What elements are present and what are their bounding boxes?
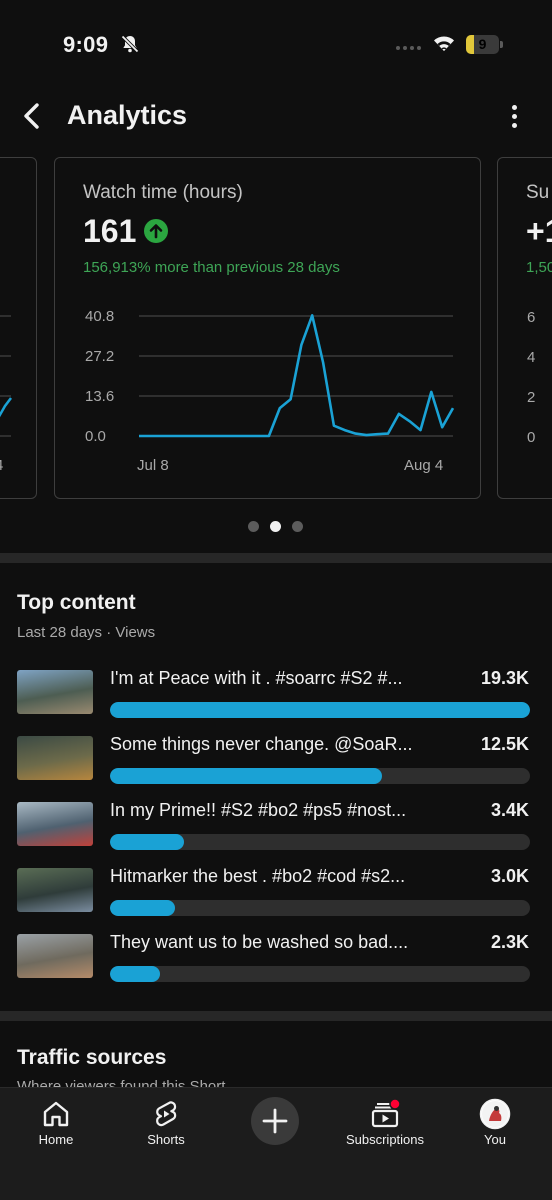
next-card-y-tick: 0 (527, 429, 535, 446)
stat-card-previous[interactable]: 4 (0, 157, 37, 499)
video-thumbnail[interactable] (17, 736, 93, 780)
stat-card-next[interactable]: Su +1 1,50 6 4 2 0 (497, 157, 552, 499)
create-button[interactable] (251, 1097, 299, 1145)
nav-home[interactable]: Home (1, 1088, 111, 1158)
section-divider (0, 1011, 552, 1021)
previous-card-chart: 4 (0, 315, 12, 474)
back-button[interactable] (14, 98, 50, 134)
status-time: 9:09 (63, 32, 109, 57)
battery-icon: 9 (466, 35, 503, 54)
next-card-y-tick: 6 (527, 309, 535, 326)
home-icon (43, 1101, 69, 1127)
more-options-button[interactable] (500, 102, 528, 130)
video-title: In my Prime!! #S2 #bo2 #ps5 #nost... (110, 800, 407, 820)
top-content-row[interactable]: Some things never change. @SoaR... 12.5K (0, 734, 552, 796)
next-card-y-tick: 4 (527, 349, 535, 366)
video-thumbnail[interactable] (17, 802, 93, 846)
video-views: 3.4K (490, 800, 529, 820)
nav-shorts[interactable]: Shorts (111, 1088, 221, 1158)
cellular-signal-icon (396, 46, 421, 50)
next-card-chart: 6 4 2 0 (527, 309, 535, 446)
x-tick-label: Jul 8 (137, 457, 169, 474)
traffic-sources-title: Traffic sources (17, 1046, 167, 1069)
y-tick-label: 27.2 (85, 348, 114, 365)
views-bar-track (110, 702, 530, 718)
notification-dot (389, 1098, 401, 1110)
wifi-icon (434, 36, 454, 51)
video-title: They want us to be washed so bad.... (110, 932, 409, 952)
views-bar-track (110, 900, 530, 916)
bottom-navigation: Home Shorts Subscriptions You (0, 1087, 552, 1200)
previous-card-x-tick: 4 (0, 457, 3, 474)
carousel-indicator[interactable] (248, 521, 303, 532)
nav-subscriptions[interactable]: Subscriptions (330, 1088, 440, 1158)
video-title: Some things never change. @SoaR... (110, 734, 413, 754)
top-content-subtitle: Last 28 days · Views (17, 624, 156, 641)
x-tick-label: Aug 4 (404, 457, 443, 474)
bell-off-icon (121, 35, 139, 53)
shorts-icon (156, 1101, 177, 1127)
top-content-row[interactable]: Hitmarker the best . #bo2 #cod #s2... 3.0… (0, 866, 552, 928)
video-title: Hitmarker the best . #bo2 #cod #s2... (110, 866, 406, 886)
subscriptions-icon (371, 1098, 401, 1128)
watch-time-chart: 40.8 27.2 13.6 0.0 Jul 8 Aug 4 (85, 308, 455, 474)
top-content-row[interactable]: I'm at Peace with it . #soarrc #S2 #... 1… (0, 668, 552, 730)
views-bar-fill (110, 834, 184, 850)
video-views: 19.3K (480, 668, 529, 688)
nav-you[interactable]: You (440, 1088, 550, 1158)
carousel-dot[interactable] (292, 521, 303, 532)
top-content-title: Top content (17, 591, 136, 614)
watch-time-series-line (139, 314, 455, 438)
carousel-dot[interactable] (248, 521, 259, 532)
next-card-y-tick: 2 (527, 389, 535, 406)
video-thumbnail[interactable] (17, 934, 93, 978)
top-content-row[interactable]: In my Prime!! #S2 #bo2 #ps5 #nost... 3.4K (0, 800, 552, 862)
battery-level: 9 (478, 36, 487, 52)
plus-icon (262, 1108, 288, 1134)
avatar-icon (479, 1098, 511, 1130)
views-bar-track (110, 966, 530, 982)
views-bar-fill (110, 966, 161, 982)
status-bar: 9:09 9 (0, 0, 552, 90)
top-content-row[interactable]: They want us to be washed so bad.... 2.3K (0, 932, 552, 994)
video-views: 2.3K (490, 932, 529, 952)
section-divider (0, 553, 552, 563)
y-tick-label: 40.8 (85, 308, 114, 325)
y-tick-label: 0.0 (85, 428, 106, 445)
views-bar-fill (110, 768, 383, 784)
nav-label: Shorts (147, 1132, 185, 1147)
y-tick-label: 13.6 (85, 388, 114, 405)
nav-label: Subscriptions (345, 1132, 425, 1147)
views-bar-track (110, 834, 530, 850)
nav-label: You (484, 1132, 506, 1147)
views-bar-fill (110, 900, 176, 916)
video-title: I'm at Peace with it . #soarrc #S2 #... (110, 668, 403, 688)
video-thumbnail[interactable] (17, 670, 93, 714)
stat-card-watch-time[interactable]: Watch time (hours) 161 156,913% more tha… (54, 157, 481, 499)
views-bar-fill (110, 702, 530, 718)
page-title: Analytics (67, 100, 188, 130)
video-views: 12.5K (480, 734, 529, 754)
nav-label: Home (38, 1132, 74, 1147)
app-header: Analytics (0, 90, 552, 145)
video-views: 3.0K (490, 866, 529, 886)
views-bar-track (110, 768, 530, 784)
video-thumbnail[interactable] (17, 868, 93, 912)
carousel-dot[interactable] (270, 521, 281, 532)
